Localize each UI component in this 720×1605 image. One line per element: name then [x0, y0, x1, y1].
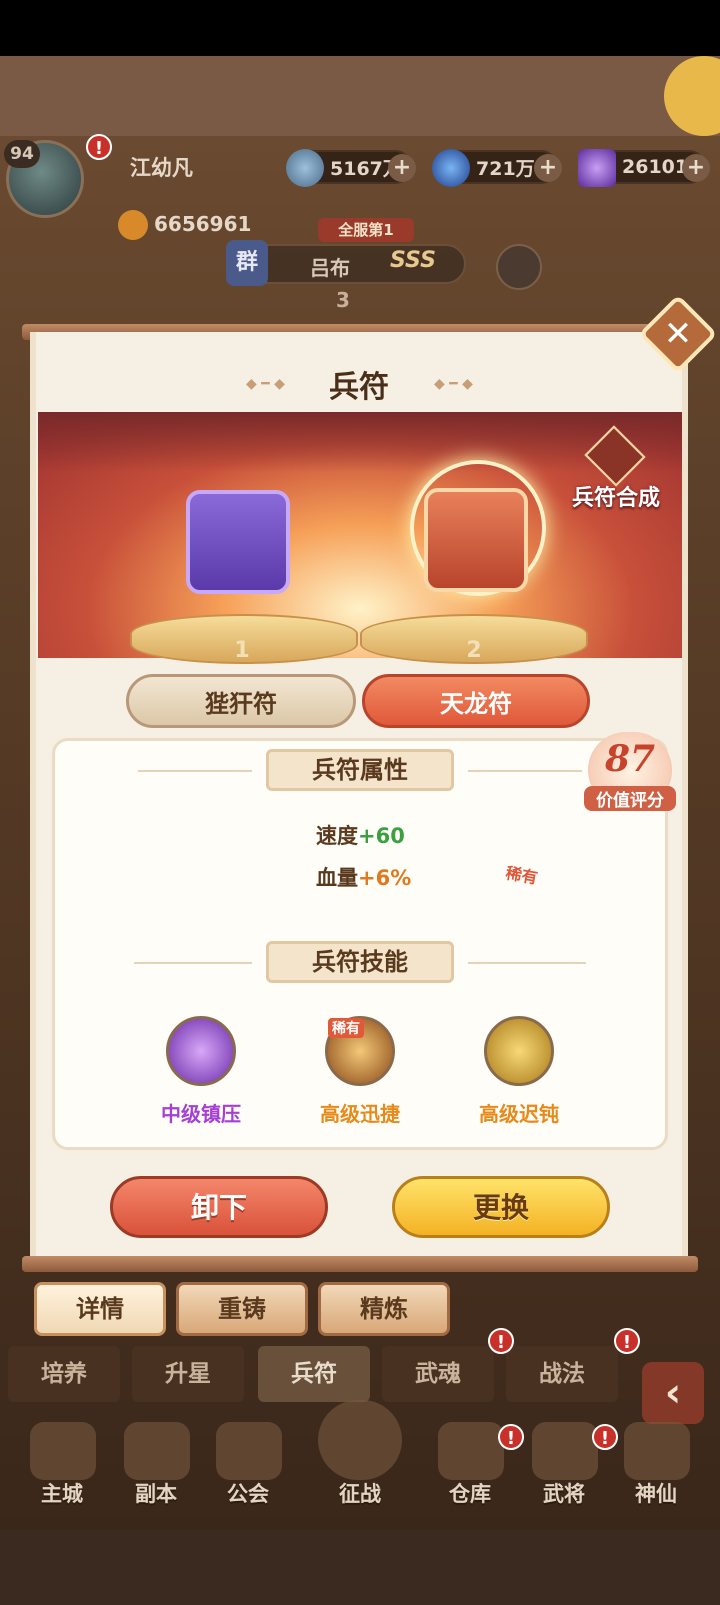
immortal-icon[interactable]: [624, 1422, 690, 1480]
divider: [468, 770, 582, 772]
copper-coin-icon: [286, 149, 324, 187]
currency-gem: 26101 +: [578, 149, 710, 187]
nav-guild[interactable]: 公会: [200, 1478, 296, 1508]
alert-badge: !: [86, 134, 112, 160]
attachment-icon[interactable]: [664, 56, 720, 136]
slot-number-1: 1: [234, 638, 250, 663]
skills-header: 兵符技能: [266, 941, 454, 983]
hero-icon[interactable]: [532, 1422, 598, 1480]
nav-city[interactable]: 主城: [14, 1478, 110, 1508]
slot-number-2: 2: [466, 638, 482, 663]
system-nav-bar: [0, 1530, 720, 1605]
nav-hero[interactable]: 武将: [516, 1478, 612, 1508]
group-badge: 群: [226, 240, 268, 286]
battle-icon[interactable]: [318, 1400, 402, 1480]
skill-name: 中级镇压: [161, 1102, 241, 1126]
nav-dungeon[interactable]: 副本: [108, 1478, 204, 1508]
divider: [468, 962, 586, 964]
banner-shade: [38, 412, 682, 472]
paw-icon: [118, 210, 148, 240]
menu-tab-soul[interactable]: 武魂: [382, 1346, 494, 1402]
menu-tab-tally[interactable]: 兵符: [258, 1346, 370, 1402]
divider: [134, 962, 252, 964]
divider: [138, 770, 252, 772]
add-copper-button[interactable]: +: [388, 154, 416, 182]
close-icon[interactable]: ✕: [650, 306, 706, 362]
dialog-bottom-rail: [22, 1256, 698, 1272]
merge-label[interactable]: 兵符合成: [556, 480, 676, 512]
tally-slot-1[interactable]: [186, 490, 290, 594]
tab-bi-an-fu[interactable]: 狴犴符: [126, 674, 356, 728]
chain-icon[interactable]: [484, 1016, 554, 1086]
stat-label: 速度: [316, 824, 358, 848]
hero-name: 吕布: [310, 256, 350, 280]
subtab-recast[interactable]: 重铸: [176, 1282, 308, 1336]
attributes-header: 兵符属性: [266, 749, 454, 791]
skill-name: 高级迟钝: [479, 1102, 559, 1126]
score-label: 价值评分: [584, 786, 676, 811]
nav-immortal[interactable]: 神仙: [608, 1478, 704, 1508]
replace-button[interactable]: 更换: [392, 1176, 610, 1238]
menu-tab-star[interactable]: 升星: [132, 1346, 244, 1402]
status-bar: [0, 0, 720, 56]
dungeon-icon[interactable]: [124, 1422, 190, 1480]
dialog-title: 兵符: [329, 370, 389, 405]
hero-star-level: 3: [336, 288, 350, 312]
nav-battle[interactable]: 征战: [312, 1478, 408, 1508]
power-value: 6656961: [154, 212, 252, 236]
skill-name: 高级迅捷: [320, 1102, 400, 1126]
add-gem-button[interactable]: +: [682, 154, 710, 182]
currency-value: 721万: [476, 157, 535, 180]
tally-slot-2[interactable]: [424, 488, 528, 592]
currency-copper: 5167万 +: [286, 149, 416, 187]
city-icon[interactable]: [30, 1422, 96, 1480]
collapse-arrow-icon[interactable]: ‹: [642, 1362, 704, 1424]
nav-storage[interactable]: 仓库: [422, 1478, 518, 1508]
alert-badge: !: [592, 1424, 618, 1450]
tab-tian-long-fu[interactable]: 天龙符: [362, 674, 590, 728]
alert-badge: !: [498, 1424, 524, 1450]
storage-icon[interactable]: [438, 1422, 504, 1480]
unload-button[interactable]: 卸下: [110, 1176, 328, 1238]
alert-badge: !: [614, 1328, 640, 1354]
currency-value: 26101: [622, 156, 689, 178]
subtab-details[interactable]: 详情: [34, 1282, 166, 1336]
alert-badge: !: [488, 1328, 514, 1354]
stat-speed: 速度+60: [316, 820, 405, 850]
purple-gem-icon: [578, 149, 616, 187]
add-orb-button[interactable]: +: [534, 154, 562, 182]
score-value: 87: [604, 738, 656, 780]
hero-grade: SSS: [390, 248, 436, 273]
stat-value: +60: [358, 824, 405, 848]
subtab-refine[interactable]: 精炼: [318, 1282, 450, 1336]
menu-tab-tactics[interactable]: 战法: [506, 1346, 618, 1402]
guild-icon[interactable]: [216, 1422, 282, 1480]
stat-hp: 血量+6%: [316, 862, 411, 892]
search-icon[interactable]: [496, 244, 542, 290]
stat-value: +6%: [358, 866, 412, 890]
player-level: 94: [4, 140, 40, 168]
purple-crystal-icon[interactable]: [166, 1016, 236, 1086]
blue-orb-icon: [432, 149, 470, 187]
stat-label: 血量: [316, 866, 358, 890]
rank-tag: 全服第1: [318, 218, 414, 242]
currency-orb: 721万 +: [432, 149, 562, 187]
title-ornament-right: ◆ ━ ◆: [434, 376, 473, 392]
menu-tab-train[interactable]: 培养: [8, 1346, 120, 1402]
player-name: 江幼凡: [130, 156, 193, 180]
skill-rare-tag: 稀有: [328, 1018, 364, 1038]
